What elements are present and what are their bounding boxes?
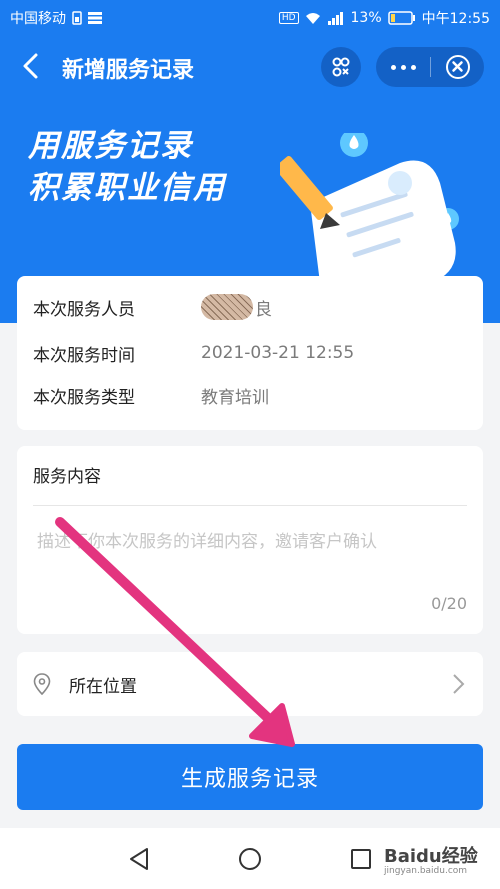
clock: 中午12:55	[421, 11, 490, 27]
watermark-brand: Baidu经验	[384, 846, 478, 867]
more-button[interactable]	[376, 47, 430, 87]
redacted-name-mosaic	[201, 294, 253, 320]
time-value: 2021-03-21 12:55	[201, 343, 355, 363]
info-row-staff: 本次服务人员 良	[33, 292, 272, 322]
type-value: 教育培训	[201, 387, 269, 408]
slogan-line-2: 积累职业信用	[28, 170, 226, 206]
service-info-card: 本次服务人员 良 本次服务时间 2021-03-21 12:55 本次服务类型 …	[17, 276, 483, 430]
close-icon	[452, 61, 463, 72]
generate-record-button[interactable]: 生成服务记录	[17, 744, 483, 810]
back-nav-icon[interactable]	[128, 847, 150, 871]
hd-badge: HD	[278, 12, 299, 24]
chevron-right-icon	[453, 674, 465, 694]
slogan-line-1: 用服务记录	[28, 128, 193, 164]
status-bar: 中国移动 HD 13% 中午12:55	[0, 0, 500, 33]
storage-icon	[88, 12, 102, 24]
carrier-name: 中国移动	[10, 11, 66, 27]
battery-percent: 13%	[350, 10, 382, 26]
divider	[33, 505, 467, 506]
location-row[interactable]: 所在位置	[17, 652, 483, 716]
home-nav-icon[interactable]	[238, 847, 262, 871]
signal-icon	[327, 11, 343, 25]
location-pin-icon	[33, 673, 51, 695]
location-label: 所在位置	[69, 677, 137, 697]
info-row-time: 本次服务时间 2021-03-21 12:55	[33, 338, 354, 368]
back-icon[interactable]	[16, 49, 48, 83]
service-content-card: 服务内容 0/20	[17, 446, 483, 634]
staff-label: 本次服务人员	[33, 299, 135, 320]
watermark-url: jingyan.baidu.com	[384, 866, 468, 876]
scan-button[interactable]	[321, 47, 361, 87]
recents-nav-icon[interactable]	[350, 848, 372, 870]
staff-value: 良	[255, 299, 272, 320]
slogan: 用服务记录 积累职业信用	[28, 125, 226, 209]
type-label: 本次服务类型	[33, 387, 135, 408]
scan-icon	[332, 57, 350, 77]
info-row-type: 本次服务类型 教育培训	[33, 380, 269, 410]
close-button[interactable]	[446, 55, 470, 79]
char-counter: 0/20	[431, 594, 467, 613]
battery-icon	[387, 11, 415, 25]
page-title: 新增服务记录	[62, 58, 195, 83]
time-label: 本次服务时间	[33, 345, 135, 366]
content-textarea[interactable]	[37, 528, 457, 556]
miniapp-capsule	[376, 47, 484, 87]
baidu-jingyan-watermark: Baidu经验 jingyan.baidu.com	[384, 842, 478, 876]
content-label: 服务内容	[33, 467, 101, 487]
sim-icon	[72, 11, 82, 25]
wifi-icon	[305, 12, 320, 24]
